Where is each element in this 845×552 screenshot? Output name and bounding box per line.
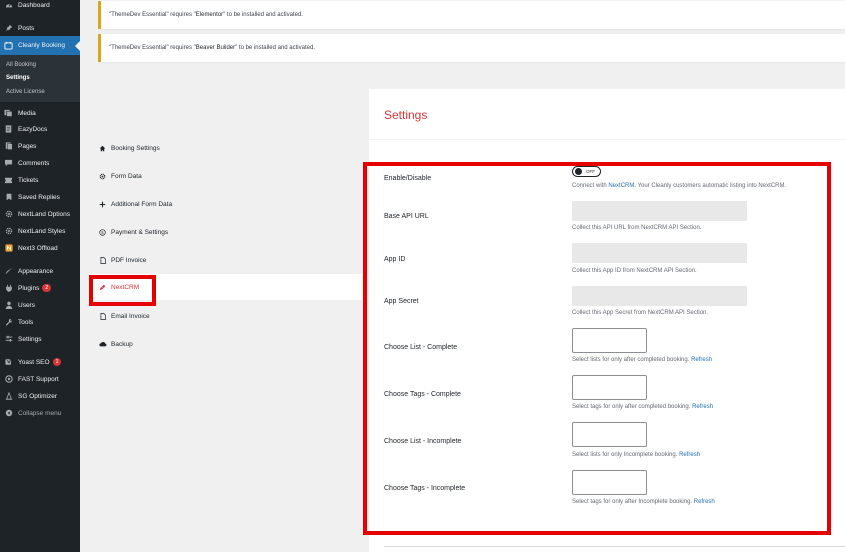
menu-label: Tools: [18, 318, 34, 326]
menu-item-settings[interactable]: Settings: [0, 331, 80, 347]
file-icon: [98, 312, 107, 320]
menu-item-posts[interactable]: Posts: [0, 20, 80, 36]
menu-item-nextland-styles[interactable]: NextLand Styles: [0, 223, 80, 239]
collapse-icon: [2, 409, 15, 417]
booking-icon: [2, 41, 15, 50]
tickets-icon: [2, 176, 15, 184]
menu-label: FAST Support: [18, 375, 59, 383]
menu-label: Plugins: [18, 284, 40, 292]
menu-item-fast-support[interactable]: FAST Support: [0, 371, 80, 387]
admin-sidebar: Dashboard Posts Cleanly Booking All Book…: [0, 0, 80, 552]
menu-item-dashboard[interactable]: Dashboard: [0, 0, 80, 13]
menu-label: Dashboard: [18, 1, 50, 9]
title-divider: [369, 139, 845, 140]
tab-booking-settings[interactable]: Booking Settings: [90, 135, 362, 161]
tab-backup[interactable]: Backup: [90, 331, 362, 357]
menu-label: Yoast SEO: [18, 358, 50, 366]
home-icon: [98, 145, 107, 152]
pin-icon: [2, 24, 15, 32]
menu-label: Posts: [18, 24, 35, 32]
tab-form-data[interactable]: Form Data: [90, 163, 362, 189]
file-icon: [98, 256, 107, 264]
menu-label: Media: [18, 109, 36, 117]
dollar-icon: $: [98, 228, 107, 236]
tab-pdf-invoice[interactable]: PDF Invoice: [90, 247, 362, 273]
menu-item-eazydocs[interactable]: EazyDocs: [0, 121, 80, 137]
menu-label: SG Optimizer: [18, 392, 58, 400]
submenu-active-license[interactable]: Active License: [0, 85, 80, 98]
offload-icon: [2, 244, 15, 252]
menu-item-nextland-options[interactable]: NextLand Options: [0, 206, 80, 222]
nextcrm-form-highlight: [363, 162, 831, 535]
menu-label: Collapse menu: [18, 409, 62, 417]
support-icon: [2, 375, 15, 383]
cloud-icon: [98, 341, 107, 347]
menu-label: Tickets: [18, 176, 39, 184]
dashboard-icon: [2, 1, 15, 9]
gear-icon: [98, 173, 107, 180]
users-icon: [2, 301, 15, 309]
appearance-icon: [2, 267, 15, 275]
menu-item-tickets[interactable]: Tickets: [0, 172, 80, 188]
menu-label: EazyDocs: [18, 125, 48, 133]
submenu-settings[interactable]: Settings: [0, 71, 80, 84]
menu-item-appearance[interactable]: Appearance: [0, 263, 80, 279]
page-title: Settings: [384, 108, 428, 122]
menu-label: NextLand Styles: [18, 227, 66, 235]
plugins-update-badge: 2: [42, 284, 52, 292]
menu-label: Saved Replies: [18, 193, 60, 201]
replies-icon: [2, 193, 15, 201]
menu-label: Appearance: [18, 267, 54, 275]
menu-item-next3-offload[interactable]: Next3 Offload: [0, 240, 80, 256]
notice-elementor: "ThemeDev Essential" requires " Elementor…: [98, 1, 845, 29]
menu-label: Next3 Offload: [18, 244, 58, 252]
menu-label: Pages: [18, 142, 37, 150]
menu-item-saved-replies[interactable]: Saved Replies: [0, 189, 80, 205]
panel-bottom-divider: [384, 546, 845, 547]
menu-item-comments[interactable]: Comments: [0, 155, 80, 171]
menu-item-pages[interactable]: Pages: [0, 138, 80, 154]
media-icon: [2, 109, 15, 117]
tab-payment-settings[interactable]: $ Payment & Settings: [90, 219, 362, 245]
yoast-notification-badge: 1: [52, 358, 62, 366]
optimizer-icon: [2, 392, 15, 400]
svg-text:$: $: [101, 230, 104, 235]
tools-icon: [2, 318, 15, 326]
settings-icon: [2, 335, 15, 343]
yoast-icon: [2, 358, 15, 366]
menu-item-yoast-seo[interactable]: Yoast SEO 1: [0, 354, 80, 370]
docs-icon: [2, 125, 15, 133]
notice-beaver-builder: "ThemeDev Essential" requires " Beaver Bu…: [98, 34, 845, 62]
menu-label: Settings: [18, 335, 42, 343]
menu-item-sg-optimizer[interactable]: SG Optimizer: [0, 388, 80, 404]
pages-icon: [2, 142, 15, 150]
menu-label: Comments: [18, 159, 50, 167]
tab-additional-form-data[interactable]: Additional Form Data: [90, 191, 362, 217]
gear-icon: [2, 227, 15, 235]
menu-item-media[interactable]: Media: [0, 105, 80, 121]
menu-item-plugins[interactable]: Plugins 2: [0, 280, 80, 296]
menu-label: Users: [18, 301, 35, 309]
menu-item-tools[interactable]: Tools: [0, 314, 80, 330]
menu-label: NextLand Options: [18, 210, 71, 218]
submenu-all-booking[interactable]: All Booking: [0, 58, 80, 71]
comments-icon: [2, 159, 15, 167]
menu-item-users[interactable]: Users: [0, 297, 80, 313]
menu-item-cleanly-booking[interactable]: Cleanly Booking: [0, 36, 80, 55]
tab-email-invoice[interactable]: Email Invoice: [90, 303, 362, 329]
menu-label: Cleanly Booking: [18, 42, 65, 49]
nextcrm-tab-highlight: [89, 275, 156, 306]
menu-item-collapse[interactable]: Collapse menu: [0, 405, 80, 421]
plugins-icon: [2, 284, 15, 292]
plus-icon: [98, 201, 107, 208]
gear-icon: [2, 210, 15, 218]
